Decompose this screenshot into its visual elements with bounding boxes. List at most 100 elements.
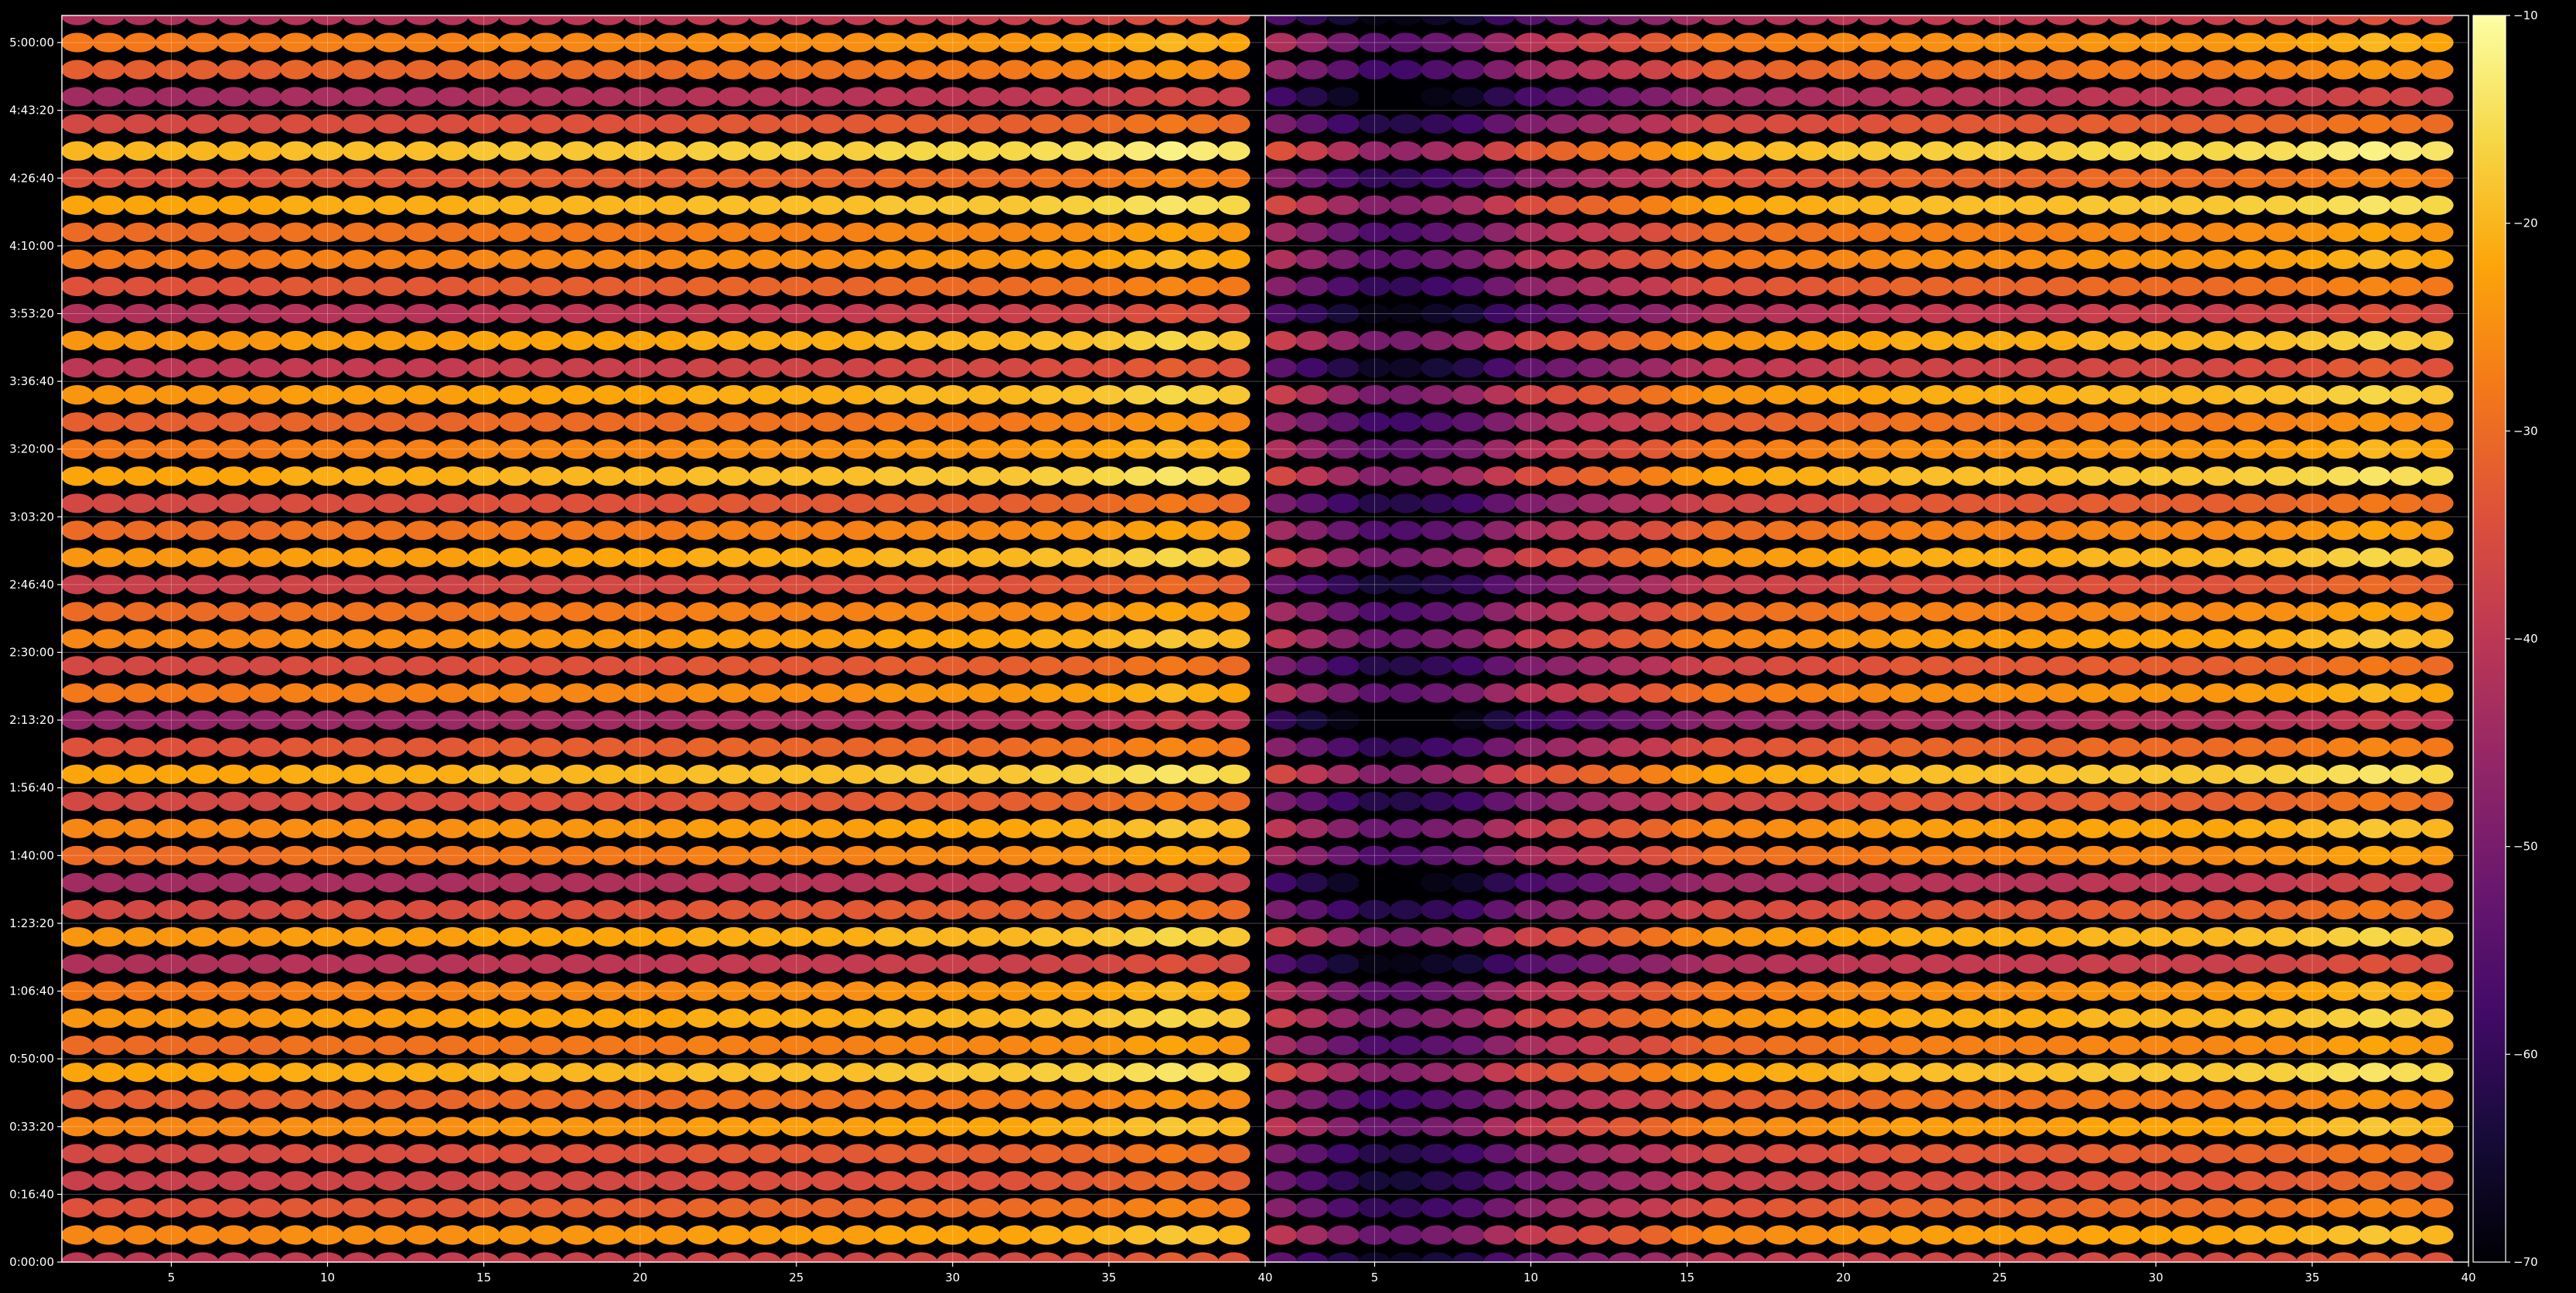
left-heatmap-cell — [217, 818, 251, 838]
left-heatmap-cell — [280, 249, 313, 269]
right-heatmap-cell — [1577, 791, 1610, 811]
right-heatmap-cell — [2264, 872, 2298, 892]
left-heatmap-cell — [561, 114, 594, 134]
right-heatmap-cell — [1889, 330, 1923, 351]
right-heatmap-cell — [2015, 818, 2048, 838]
right-heatmap-cell — [1327, 602, 1360, 622]
left-heatmap-cell — [686, 1171, 719, 1191]
right-heatmap-cell — [2015, 737, 2048, 757]
right-heatmap-cell — [2264, 602, 2298, 622]
left-heatmap-cell — [1030, 764, 1063, 784]
right-heatmap-cell — [1858, 764, 1892, 784]
right-heatmap-cell — [2358, 764, 2391, 784]
left-heatmap-cell — [1217, 602, 1250, 622]
right-heatmap-cell — [2077, 1008, 2110, 1029]
right-heatmap-cell — [2421, 60, 2454, 80]
left-heatmap-cell — [811, 818, 844, 838]
right-heatmap-cell — [1545, 602, 1578, 622]
right-heatmap-cell — [1608, 737, 1641, 757]
left-heatmap-cell — [499, 602, 531, 622]
left-heatmap-cell — [842, 1198, 875, 1218]
left-heatmap-cell — [374, 629, 407, 649]
right-heatmap-cell — [1639, 520, 1673, 541]
right-heatmap-cell — [1639, 330, 1673, 351]
right-heatmap-cell — [1545, 141, 1578, 161]
left-heatmap-cell — [1124, 1063, 1157, 1083]
right-heatmap-cell — [2233, 818, 2267, 838]
right-heatmap-cell — [2327, 1090, 2360, 1110]
right-heatmap-cell — [1295, 683, 1329, 703]
right-heatmap-cell — [1295, 195, 1329, 215]
right-heatmap-cell — [2327, 520, 2360, 541]
left-heatmap-cell — [62, 1008, 94, 1029]
left-heatmap-cell — [436, 412, 469, 432]
left-heatmap-cell — [967, 683, 1001, 703]
left-heatmap-cell — [248, 1035, 281, 1056]
left-heatmap-cell — [217, 1090, 251, 1110]
right-heatmap-cell — [2015, 1144, 2048, 1164]
left-heatmap-cell — [1124, 1198, 1157, 1218]
left-heatmap-cell — [124, 222, 156, 242]
left-heatmap-cell — [186, 385, 219, 405]
right-heatmap-cell — [2202, 249, 2235, 269]
left-heatmap-cell — [1124, 818, 1157, 838]
right-heatmap-cell — [1858, 818, 1892, 838]
right-heatmap-cell — [1265, 764, 1298, 784]
right-heatmap-cell — [1858, 114, 1892, 134]
left-heatmap-cell — [499, 249, 531, 269]
left-heatmap-cell — [530, 466, 563, 486]
left-heatmap-cell — [280, 1035, 313, 1056]
left-heatmap-cell — [998, 222, 1032, 242]
right-heatmap-cell — [1920, 737, 1953, 757]
left-heatmap-cell — [342, 872, 375, 892]
right-heatmap-cell — [1764, 466, 1797, 486]
left-heatmap-cell — [217, 926, 251, 947]
left-heatmap-cell — [62, 249, 94, 269]
right-heatmap-cell — [1858, 602, 1892, 622]
right-heatmap-cell — [1920, 791, 1953, 811]
left-heatmap-cell — [530, 276, 563, 296]
left-heatmap-cell — [124, 385, 156, 405]
right-heatmap-cell — [2108, 1008, 2141, 1029]
left-heatmap-cell — [342, 899, 375, 919]
left-heatmap-cell — [686, 818, 719, 838]
right-heatmap-cell — [2233, 385, 2267, 405]
right-heatmap-cell — [1733, 1035, 1766, 1056]
right-heatmap-cell — [1920, 1063, 1953, 1083]
x-tick-label: 10 — [320, 1271, 335, 1284]
right-heatmap-cell — [1265, 222, 1298, 242]
right-heatmap-cell — [1889, 249, 1923, 269]
right-heatmap-cell — [1421, 1171, 1454, 1191]
right-heatmap-cell — [1889, 548, 1923, 568]
left-heatmap-cell — [1030, 358, 1063, 378]
left-heatmap-cell — [561, 548, 594, 568]
right-heatmap-cell — [1764, 764, 1797, 784]
left-heatmap-cell — [217, 764, 251, 784]
left-heatmap-cell — [499, 466, 531, 486]
left-heatmap-cell — [967, 1198, 1001, 1218]
colorbar-tick-label: −50 — [2513, 840, 2538, 854]
right-heatmap-cell — [2171, 1035, 2204, 1056]
left-heatmap-cell — [1155, 602, 1188, 622]
right-heatmap-cell — [2233, 195, 2267, 215]
right-heatmap-cell — [2390, 1063, 2423, 1083]
left-heatmap-cell — [655, 493, 688, 513]
left-heatmap-cell — [280, 1198, 313, 1218]
left-heatmap-cell — [592, 385, 626, 405]
left-heatmap-cell — [62, 114, 94, 134]
right-heatmap-cell — [2390, 1008, 2423, 1029]
right-heatmap-cell — [1889, 764, 1923, 784]
right-heatmap-cell — [1545, 114, 1578, 134]
y-tick-label: 1:23:20 — [9, 916, 54, 930]
left-heatmap-cell — [655, 1090, 688, 1110]
left-heatmap-cell — [1061, 602, 1094, 622]
left-heatmap-cell — [561, 1171, 594, 1191]
left-heatmap-cell — [404, 249, 438, 269]
left-heatmap-cell — [217, 141, 251, 161]
right-heatmap-cell — [1483, 249, 1517, 269]
right-heatmap-cell — [1702, 629, 1735, 649]
left-heatmap-cell — [967, 872, 1001, 892]
left-heatmap-cell — [186, 1008, 219, 1029]
right-heatmap-cell — [1545, 548, 1578, 568]
right-heatmap-cell — [1764, 87, 1797, 107]
